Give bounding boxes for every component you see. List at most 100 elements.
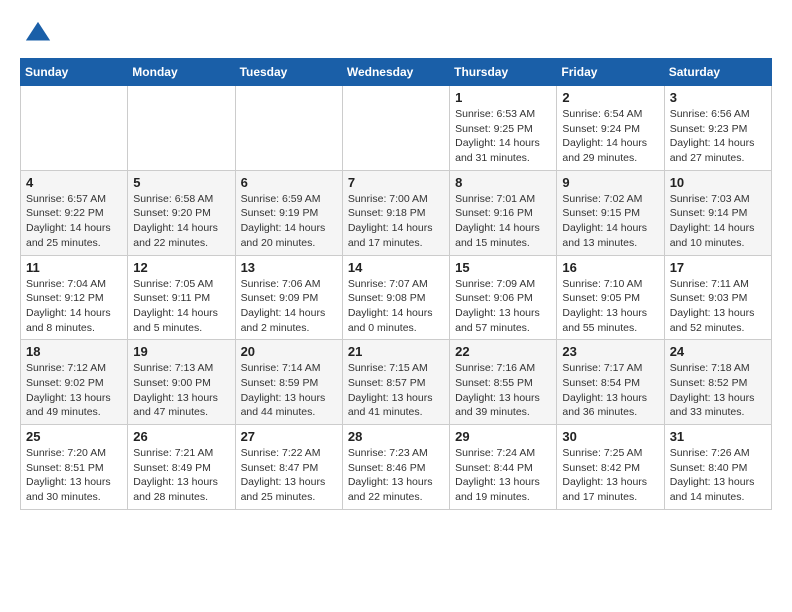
day-info: Sunrise: 6:53 AM Sunset: 9:25 PM Dayligh… <box>455 107 551 166</box>
day-info: Sunrise: 7:17 AM Sunset: 8:54 PM Dayligh… <box>562 361 658 420</box>
calendar-cell <box>128 86 235 171</box>
day-info: Sunrise: 6:58 AM Sunset: 9:20 PM Dayligh… <box>133 192 229 251</box>
day-info: Sunrise: 7:10 AM Sunset: 9:05 PM Dayligh… <box>562 277 658 336</box>
day-header-thursday: Thursday <box>450 59 557 86</box>
calendar-cell: 24 Sunrise: 7:18 AM Sunset: 8:52 PM Dayli… <box>664 340 771 425</box>
calendar-cell: 6 Sunrise: 6:59 AM Sunset: 9:19 PM Daylig… <box>235 170 342 255</box>
calendar-cell: 9 Sunrise: 7:02 AM Sunset: 9:15 PM Daylig… <box>557 170 664 255</box>
calendar-cell: 23 Sunrise: 7:17 AM Sunset: 8:54 PM Dayli… <box>557 340 664 425</box>
day-info: Sunrise: 7:04 AM Sunset: 9:12 PM Dayligh… <box>26 277 122 336</box>
calendar-cell: 11 Sunrise: 7:04 AM Sunset: 9:12 PM Dayli… <box>21 255 128 340</box>
calendar-cell: 12 Sunrise: 7:05 AM Sunset: 9:11 PM Dayli… <box>128 255 235 340</box>
day-info: Sunrise: 7:12 AM Sunset: 9:02 PM Dayligh… <box>26 361 122 420</box>
calendar-cell: 18 Sunrise: 7:12 AM Sunset: 9:02 PM Dayli… <box>21 340 128 425</box>
calendar-week-row: 1 Sunrise: 6:53 AM Sunset: 9:25 PM Daylig… <box>21 86 772 171</box>
day-info: Sunrise: 7:05 AM Sunset: 9:11 PM Dayligh… <box>133 277 229 336</box>
day-number: 14 <box>348 260 444 275</box>
calendar-cell: 25Sunrise: 7:20 AM Sunset: 8:51 PM Dayli… <box>21 425 128 510</box>
calendar-cell: 30Sunrise: 7:25 AM Sunset: 8:42 PM Dayli… <box>557 425 664 510</box>
day-number: 30 <box>562 429 658 444</box>
day-number: 21 <box>348 344 444 359</box>
day-number: 28 <box>348 429 444 444</box>
day-info: Sunrise: 7:16 AM Sunset: 8:55 PM Dayligh… <box>455 361 551 420</box>
day-info: Sunrise: 6:54 AM Sunset: 9:24 PM Dayligh… <box>562 107 658 166</box>
header <box>20 20 772 48</box>
day-info: Sunrise: 7:09 AM Sunset: 9:06 PM Dayligh… <box>455 277 551 336</box>
day-info: Sunrise: 7:26 AM Sunset: 8:40 PM Dayligh… <box>670 446 766 505</box>
day-number: 2 <box>562 90 658 105</box>
day-header-monday: Monday <box>128 59 235 86</box>
day-number: 11 <box>26 260 122 275</box>
day-info: Sunrise: 7:14 AM Sunset: 8:59 PM Dayligh… <box>241 361 337 420</box>
calendar-week-row: 18 Sunrise: 7:12 AM Sunset: 9:02 PM Dayli… <box>21 340 772 425</box>
day-info: Sunrise: 7:15 AM Sunset: 8:57 PM Dayligh… <box>348 361 444 420</box>
day-info: Sunrise: 6:59 AM Sunset: 9:19 PM Dayligh… <box>241 192 337 251</box>
calendar-cell: 26 Sunrise: 7:21 AM Sunset: 8:49 PM Dayli… <box>128 425 235 510</box>
day-number: 19 <box>133 344 229 359</box>
calendar-week-row: 4 Sunrise: 6:57 AM Sunset: 9:22 PM Daylig… <box>21 170 772 255</box>
calendar-cell: 13 Sunrise: 7:06 AM Sunset: 9:09 PM Dayli… <box>235 255 342 340</box>
day-header-sunday: Sunday <box>21 59 128 86</box>
calendar-cell: 28 Sunrise: 7:23 AM Sunset: 8:46 PM Dayli… <box>342 425 449 510</box>
day-info: Sunrise: 7:01 AM Sunset: 9:16 PM Dayligh… <box>455 192 551 251</box>
day-number: 22 <box>455 344 551 359</box>
calendar-cell: 4 Sunrise: 6:57 AM Sunset: 9:22 PM Daylig… <box>21 170 128 255</box>
day-number: 9 <box>562 175 658 190</box>
day-info: Sunrise: 7:00 AM Sunset: 9:18 PM Dayligh… <box>348 192 444 251</box>
calendar-cell: 8Sunrise: 7:01 AM Sunset: 9:16 PM Daylig… <box>450 170 557 255</box>
day-number: 31 <box>670 429 766 444</box>
calendar-cell: 27Sunrise: 7:22 AM Sunset: 8:47 PM Dayli… <box>235 425 342 510</box>
day-info: Sunrise: 7:02 AM Sunset: 9:15 PM Dayligh… <box>562 192 658 251</box>
calendar-week-row: 11 Sunrise: 7:04 AM Sunset: 9:12 PM Dayli… <box>21 255 772 340</box>
day-number: 27 <box>241 429 337 444</box>
day-number: 13 <box>241 260 337 275</box>
calendar-table: SundayMondayTuesdayWednesdayThursdayFrid… <box>20 58 772 510</box>
day-info: Sunrise: 6:57 AM Sunset: 9:22 PM Dayligh… <box>26 192 122 251</box>
calendar-cell <box>21 86 128 171</box>
day-header-friday: Friday <box>557 59 664 86</box>
day-info: Sunrise: 7:23 AM Sunset: 8:46 PM Dayligh… <box>348 446 444 505</box>
calendar-cell: 17 Sunrise: 7:11 AM Sunset: 9:03 PM Dayli… <box>664 255 771 340</box>
calendar-cell: 21 Sunrise: 7:15 AM Sunset: 8:57 PM Dayli… <box>342 340 449 425</box>
calendar-cell: 16Sunrise: 7:10 AM Sunset: 9:05 PM Dayli… <box>557 255 664 340</box>
day-number: 24 <box>670 344 766 359</box>
day-info: Sunrise: 7:18 AM Sunset: 8:52 PM Dayligh… <box>670 361 766 420</box>
day-number: 1 <box>455 90 551 105</box>
day-info: Sunrise: 7:13 AM Sunset: 9:00 PM Dayligh… <box>133 361 229 420</box>
calendar-cell: 19 Sunrise: 7:13 AM Sunset: 9:00 PM Dayli… <box>128 340 235 425</box>
calendar-cell: 1 Sunrise: 6:53 AM Sunset: 9:25 PM Daylig… <box>450 86 557 171</box>
day-number: 3 <box>670 90 766 105</box>
calendar-cell: 5 Sunrise: 6:58 AM Sunset: 9:20 PM Daylig… <box>128 170 235 255</box>
day-number: 12 <box>133 260 229 275</box>
calendar-header-row: SundayMondayTuesdayWednesdayThursdayFrid… <box>21 59 772 86</box>
day-number: 18 <box>26 344 122 359</box>
day-info: Sunrise: 7:21 AM Sunset: 8:49 PM Dayligh… <box>133 446 229 505</box>
day-info: Sunrise: 7:07 AM Sunset: 9:08 PM Dayligh… <box>348 277 444 336</box>
calendar-cell: 29 Sunrise: 7:24 AM Sunset: 8:44 PM Dayli… <box>450 425 557 510</box>
day-number: 26 <box>133 429 229 444</box>
calendar-cell: 15Sunrise: 7:09 AM Sunset: 9:06 PM Dayli… <box>450 255 557 340</box>
calendar-cell: 31 Sunrise: 7:26 AM Sunset: 8:40 PM Dayli… <box>664 425 771 510</box>
day-number: 23 <box>562 344 658 359</box>
calendar-cell: 7Sunrise: 7:00 AM Sunset: 9:18 PM Daylig… <box>342 170 449 255</box>
day-info: Sunrise: 7:06 AM Sunset: 9:09 PM Dayligh… <box>241 277 337 336</box>
calendar-cell: 3Sunrise: 6:56 AM Sunset: 9:23 PM Daylig… <box>664 86 771 171</box>
day-header-saturday: Saturday <box>664 59 771 86</box>
day-header-wednesday: Wednesday <box>342 59 449 86</box>
day-number: 20 <box>241 344 337 359</box>
calendar-cell: 2 Sunrise: 6:54 AM Sunset: 9:24 PM Daylig… <box>557 86 664 171</box>
calendar-cell: 22 Sunrise: 7:16 AM Sunset: 8:55 PM Dayli… <box>450 340 557 425</box>
day-number: 4 <box>26 175 122 190</box>
day-number: 5 <box>133 175 229 190</box>
day-info: Sunrise: 7:11 AM Sunset: 9:03 PM Dayligh… <box>670 277 766 336</box>
day-header-tuesday: Tuesday <box>235 59 342 86</box>
calendar-cell: 14 Sunrise: 7:07 AM Sunset: 9:08 PM Dayli… <box>342 255 449 340</box>
day-number: 6 <box>241 175 337 190</box>
day-number: 17 <box>670 260 766 275</box>
day-info: Sunrise: 7:20 AM Sunset: 8:51 PM Dayligh… <box>26 446 122 505</box>
page-container: SundayMondayTuesdayWednesdayThursdayFrid… <box>20 20 772 510</box>
day-info: Sunrise: 7:24 AM Sunset: 8:44 PM Dayligh… <box>455 446 551 505</box>
day-number: 29 <box>455 429 551 444</box>
calendar-cell <box>342 86 449 171</box>
calendar-week-row: 25Sunrise: 7:20 AM Sunset: 8:51 PM Dayli… <box>21 425 772 510</box>
